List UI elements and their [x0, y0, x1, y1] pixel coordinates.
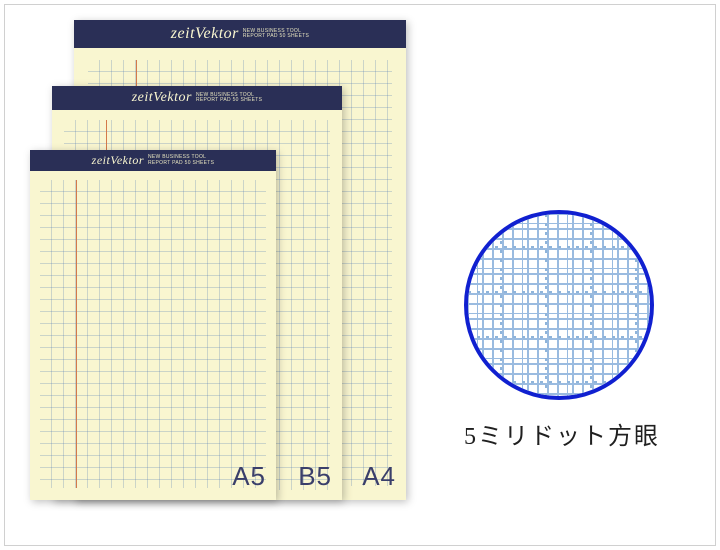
size-label-b5: B5	[298, 461, 332, 492]
margin-line	[76, 180, 77, 488]
pad-grid	[40, 180, 266, 488]
dot-cols	[468, 214, 650, 396]
pad-header: zeitVektor NEW BUSINESS TOOL REPORT PAD …	[30, 150, 276, 171]
pad-header: zeitVektor NEW BUSINESS TOOL REPORT PAD …	[74, 20, 406, 48]
pad-tagline: NEW BUSINESS TOOL REPORT PAD 50 SHEETS	[148, 155, 214, 166]
size-label-a4: A4	[362, 461, 396, 492]
brand-logo: zeitVektor	[132, 90, 192, 106]
notepad-stack: zeitVektor NEW BUSINESS TOOL REPORT PAD …	[30, 20, 450, 530]
dot-grid-sample-circle	[464, 210, 654, 400]
brand-logo: zeitVektor	[171, 25, 239, 43]
pad-tagline: NEW BUSINESS TOOL REPORT PAD 50 SHEETS	[196, 93, 262, 104]
pad-header: zeitVektor NEW BUSINESS TOOL REPORT PAD …	[52, 86, 342, 110]
swatch-caption: 5ミリドット方眼	[464, 416, 660, 451]
pattern-swatch: 5ミリドット方眼	[464, 210, 660, 451]
size-label-a5: A5	[232, 461, 266, 492]
pad-tagline: NEW BUSINESS TOOL REPORT PAD 50 SHEETS	[243, 29, 309, 40]
notepad-a5: zeitVektor NEW BUSINESS TOOL REPORT PAD …	[30, 150, 276, 500]
brand-logo: zeitVektor	[92, 153, 144, 168]
